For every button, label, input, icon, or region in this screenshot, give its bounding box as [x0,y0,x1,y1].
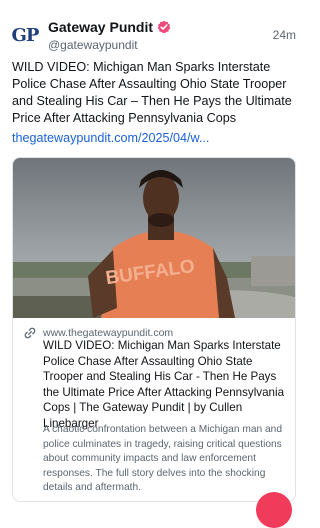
floating-action-button[interactable] [256,492,292,528]
link-icon [24,327,36,339]
video-still-icon: BUFFALO [13,158,295,318]
card-title[interactable]: WILD VIDEO: Michigan Man Sparks Intersta… [43,338,293,431]
avatar-logo: GP [11,24,40,46]
card-description: A chaotic confrontation between a Michig… [43,424,282,494]
post-header: GP Gateway Pundit @gatewaypundit 24m [10,18,296,54]
handle[interactable]: @gatewaypundit [48,38,171,52]
avatar[interactable]: GP [10,20,40,50]
post-link[interactable]: thegatewaypundit.com/2025/04/w... [12,130,296,147]
link-preview-card[interactable]: BUFFALO www.thegatewaypundit.com WILD VI… [12,157,296,502]
preview-image[interactable]: BUFFALO [13,158,295,318]
display-name-row: Gateway Pundit [48,18,171,36]
verified-badge-icon [157,20,171,34]
post-text: WILD VIDEO: Michigan Man Sparks Intersta… [12,60,292,125]
post[interactable]: GP Gateway Pundit @gatewaypundit 24m WIL… [0,0,306,528]
display-name[interactable]: Gateway Pundit [48,19,153,35]
account-names: Gateway Pundit @gatewaypundit [48,18,171,52]
timestamp[interactable]: 24m [273,28,296,42]
